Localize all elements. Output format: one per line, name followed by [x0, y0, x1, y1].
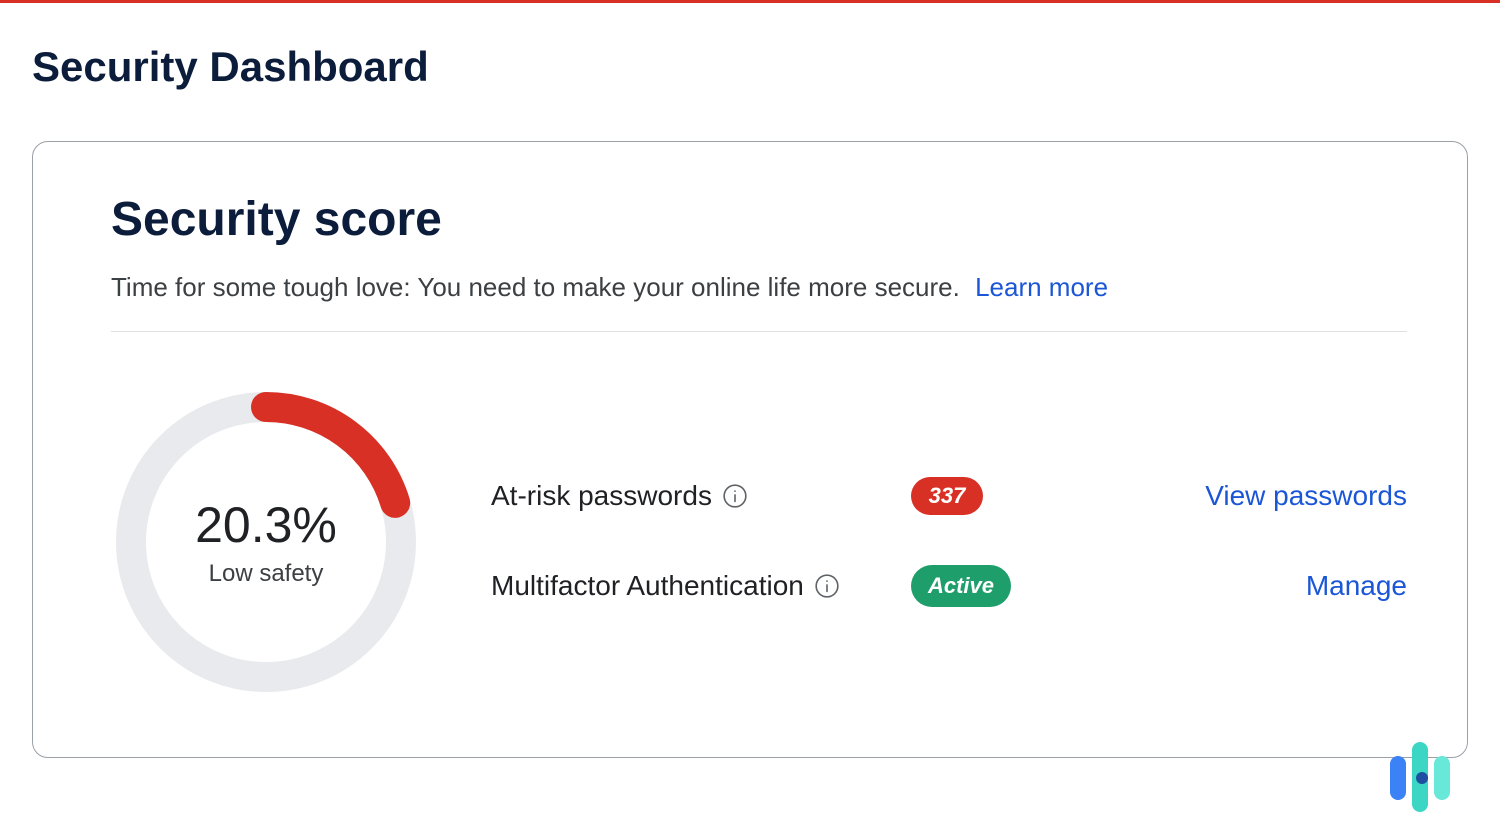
info-icon[interactable]: [722, 483, 748, 509]
content-row: 20.3% Low safety At-risk passwords 337: [83, 387, 1407, 697]
gauge-status: Low safety: [209, 560, 324, 588]
manage-mfa-link[interactable]: Manage: [1306, 570, 1407, 602]
card-title: Security score: [111, 192, 1407, 247]
metric-row-at-risk-passwords: At-risk passwords 337 View passwords: [491, 477, 1407, 515]
mfa-status-badge: Active: [911, 565, 1011, 607]
metrics-list: At-risk passwords 337 View passwords Mul…: [491, 477, 1407, 607]
metric-row-mfa: Multifactor Authentication Active Manage: [491, 565, 1407, 607]
learn-more-link[interactable]: Learn more: [975, 272, 1108, 302]
security-score-card: Security score Time for some tough love:…: [32, 141, 1468, 758]
metric-label: At-risk passwords: [491, 480, 712, 512]
gauge-percent: 20.3%: [195, 496, 337, 554]
metric-label: Multifactor Authentication: [491, 570, 804, 602]
page-title: Security Dashboard: [32, 43, 1500, 91]
score-gauge: 20.3% Low safety: [111, 387, 421, 697]
watermark-logo: [1390, 742, 1450, 800]
card-subtitle: Time for some tough love: You need to ma…: [111, 272, 1407, 303]
view-passwords-link[interactable]: View passwords: [1205, 480, 1407, 512]
info-icon[interactable]: [814, 573, 840, 599]
at-risk-count-badge: 337: [911, 477, 983, 515]
top-accent-bar: [0, 0, 1500, 3]
divider: [111, 331, 1407, 332]
card-subtitle-text: Time for some tough love: You need to ma…: [111, 272, 960, 302]
